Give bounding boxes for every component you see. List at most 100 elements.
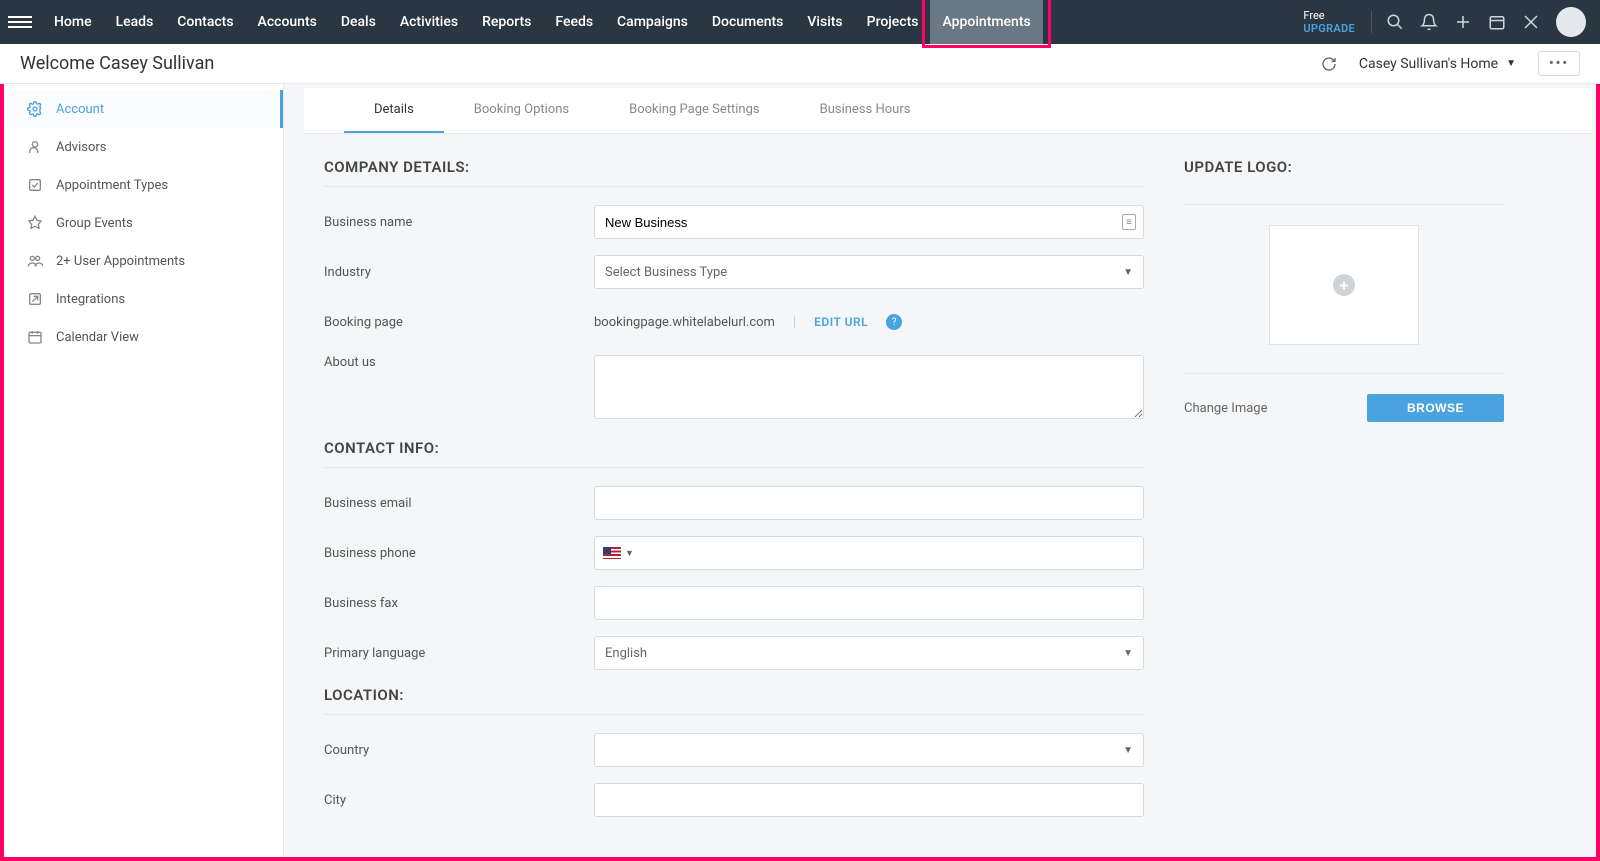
chevron-down-icon: ▼ — [625, 548, 634, 559]
label-business-phone: Business phone — [324, 546, 594, 561]
users-icon — [26, 252, 44, 270]
sidebar-item-label: Calendar View — [56, 330, 139, 345]
section-contact-info: CONTACT INFO: — [324, 439, 1144, 468]
label-primary-language: Primary language — [324, 646, 594, 661]
tools-icon[interactable] — [1516, 7, 1546, 37]
nav-campaigns[interactable]: Campaigns — [605, 0, 700, 44]
label-industry: Industry — [324, 265, 594, 280]
bell-icon[interactable] — [1414, 7, 1444, 37]
browse-button[interactable]: BROWSE — [1367, 394, 1504, 422]
sidebar-item-account[interactable]: Account — [4, 90, 283, 128]
plan-info: Free UPGRADE — [1295, 9, 1363, 35]
input-business-fax[interactable] — [594, 586, 1144, 620]
nav-documents[interactable]: Documents — [700, 0, 796, 44]
help-icon[interactable]: ? — [886, 314, 902, 330]
section-company-details: COMPANY DETAILS: — [324, 158, 1144, 187]
divider — [1184, 204, 1504, 205]
search-icon[interactable] — [1380, 7, 1410, 37]
sidebar-item-calendar-view[interactable]: Calendar View — [4, 318, 283, 356]
sidebar-item-label: Account — [56, 102, 104, 117]
input-business-name[interactable] — [594, 205, 1144, 239]
label-business-fax: Business fax — [324, 596, 594, 611]
nav-contacts[interactable]: Contacts — [165, 0, 245, 44]
textarea-about-us[interactable] — [594, 355, 1144, 419]
annotation-border: Account Advisors Appointment Types Group… — [0, 84, 1600, 861]
card-icon: ≡ — [1122, 214, 1136, 230]
divider: | — [793, 315, 796, 330]
welcome-text: Welcome Casey Sullivan — [20, 53, 214, 74]
divider — [1371, 11, 1372, 33]
nav-leads[interactable]: Leads — [104, 0, 166, 44]
tab-booking-page-settings[interactable]: Booking Page Settings — [599, 88, 789, 133]
tab-business-hours[interactable]: Business Hours — [790, 88, 941, 133]
flag-us-icon — [603, 547, 621, 559]
label-change-image: Change Image — [1184, 401, 1347, 416]
sidebar-item-integrations[interactable]: Integrations — [4, 280, 283, 318]
person-icon — [26, 138, 44, 156]
label-city: City — [324, 793, 594, 808]
input-city[interactable] — [594, 783, 1144, 817]
top-navigation: Home Leads Contacts Accounts Deals Activ… — [0, 0, 1600, 44]
plus-icon[interactable] — [1448, 7, 1478, 37]
select-industry[interactable]: Select Business Type ▼ — [594, 255, 1144, 289]
nav-accounts[interactable]: Accounts — [246, 0, 329, 44]
nav-reports[interactable]: Reports — [470, 0, 543, 44]
refresh-icon[interactable] — [1321, 56, 1337, 72]
input-business-email[interactable] — [594, 486, 1144, 520]
chevron-down-icon: ▼ — [1123, 267, 1133, 278]
sidebar-item-label: Advisors — [56, 140, 107, 155]
event-icon — [26, 214, 44, 232]
label-booking-page: Booking page — [324, 315, 594, 330]
select-industry-placeholder: Select Business Type — [605, 265, 727, 280]
topnav-right: Free UPGRADE — [1295, 0, 1592, 44]
plan-label: Free — [1303, 9, 1324, 22]
home-dropdown-label: Casey Sullivan's Home — [1359, 56, 1498, 72]
link-icon — [26, 290, 44, 308]
sidebar-item-appointment-types[interactable]: Appointment Types — [4, 166, 283, 204]
main-layout: Account Advisors Appointment Types Group… — [4, 84, 1596, 857]
nav-projects[interactable]: Projects — [855, 0, 931, 44]
label-business-name: Business name — [324, 215, 594, 230]
label-about-us: About us — [324, 355, 594, 370]
select-primary-language[interactable]: English ▼ — [594, 636, 1144, 670]
logo-upload-box[interactable]: + — [1269, 225, 1419, 345]
label-business-email: Business email — [324, 496, 594, 511]
sidebar-item-group-events[interactable]: Group Events — [4, 204, 283, 242]
check-icon — [26, 176, 44, 194]
edit-url-link[interactable]: EDIT URL — [814, 315, 868, 329]
form-left: COMPANY DETAILS: Business name ≡ Industr… — [324, 158, 1144, 833]
plus-icon: + — [1333, 274, 1355, 296]
nav-appointments-label: Appointments — [942, 14, 1030, 30]
calendar-icon[interactable] — [1482, 7, 1512, 37]
nav-activities[interactable]: Activities — [388, 0, 470, 44]
nav-visits[interactable]: Visits — [795, 0, 854, 44]
nav-deals[interactable]: Deals — [329, 0, 388, 44]
avatar[interactable] — [1556, 7, 1586, 37]
divider — [1184, 373, 1504, 374]
input-business-phone[interactable]: ▼ — [594, 536, 1144, 570]
section-location: LOCATION: — [324, 686, 1144, 715]
section-update-logo: UPDATE LOGO: — [1184, 158, 1504, 186]
chevron-down-icon: ▼ — [1123, 745, 1133, 756]
sidebar: Account Advisors Appointment Types Group… — [4, 84, 284, 857]
nav-feeds[interactable]: Feeds — [543, 0, 605, 44]
country-flag-selector[interactable]: ▼ — [595, 547, 642, 559]
select-language-value: English — [605, 646, 647, 661]
topnav-items: Home Leads Contacts Accounts Deals Activ… — [42, 0, 1043, 44]
gear-icon — [26, 100, 44, 118]
content-area: Details Booking Options Booking Page Set… — [284, 84, 1596, 857]
tab-booking-options[interactable]: Booking Options — [444, 88, 599, 133]
tab-details[interactable]: Details — [344, 88, 444, 133]
nav-home[interactable]: Home — [42, 0, 104, 44]
select-country[interactable]: ▼ — [594, 733, 1144, 767]
hamburger-icon[interactable] — [8, 10, 32, 34]
sidebar-item-label: 2+ User Appointments — [56, 254, 185, 269]
booking-page-url: bookingpage.whitelabelurl.com — [594, 315, 775, 330]
sidebar-item-advisors[interactable]: Advisors — [4, 128, 283, 166]
more-button[interactable]: ••• — [1538, 51, 1580, 76]
sidebar-item-label: Group Events — [56, 216, 133, 231]
sidebar-item-user-appointments[interactable]: 2+ User Appointments — [4, 242, 283, 280]
upgrade-link[interactable]: UPGRADE — [1303, 22, 1355, 35]
nav-appointments[interactable]: Appointments — [930, 0, 1042, 44]
home-dropdown[interactable]: Casey Sullivan's Home ▼ — [1349, 50, 1526, 78]
